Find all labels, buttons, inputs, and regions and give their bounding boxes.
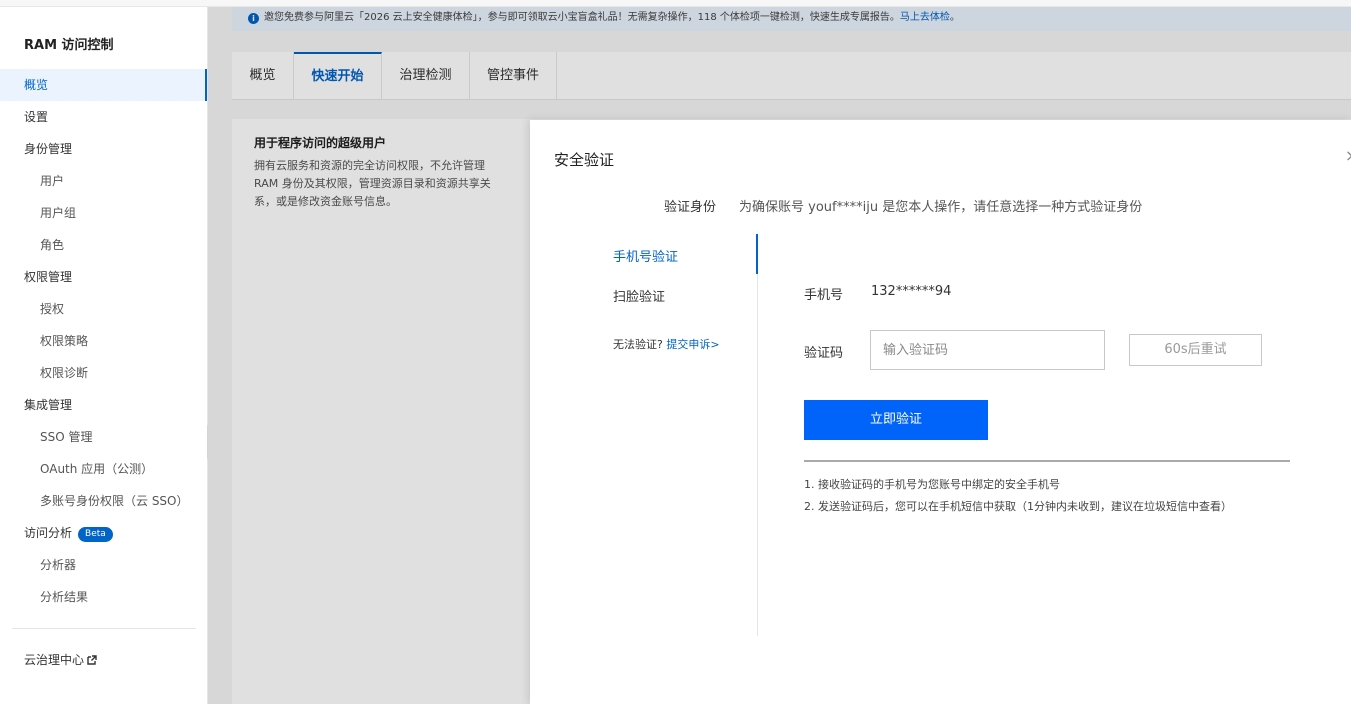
resend-code-button[interactable]: 60s后重试 [1129,334,1262,366]
sidebar-item[interactable]: 角色 [0,229,207,261]
sidebar-item[interactable]: 访问分析 Beta [0,517,207,549]
security-verification-dialog: 安全验证 × 验证身份 为确保账号 youf****iju 是您本人操作，请任意… [530,120,1351,704]
method-divider [757,234,758,636]
active-method-indicator [756,234,758,274]
sidebar-item-label: 多账号身份权限（云 SSO） [40,494,189,508]
sidebar-item-label: 用户组 [40,206,77,220]
sidebar-item-label: 云治理中心 [24,653,85,667]
note-line: 1. 接收验证码的手机号为您账号中绑定的安全手机号 [804,478,1060,491]
appeal-link[interactable]: 提交申诉> [666,338,719,351]
sidebar-title: RAM 访问控制 [24,38,114,53]
sidebar-item-label: 访问分析 [24,526,73,540]
verify-identity-label: 验证身份 [664,200,717,215]
sidebar-item[interactable]: 用户组 [0,197,207,229]
close-icon[interactable]: × [1345,146,1351,165]
sidebar-item-label: OAuth 应用（公测） [40,462,154,476]
sidebar-item-governance-center[interactable]: 云治理中心 [0,644,207,676]
sidebar-item[interactable]: OAuth 应用（公测） [0,453,207,485]
sidebar-item[interactable]: SSO 管理 [0,421,207,453]
cannot-verify-text: 无法验证? [613,338,663,351]
method-tab-phone[interactable]: 手机号验证 [613,246,678,265]
sidebar-item[interactable]: 多账号身份权限（云 SSO） [0,485,207,517]
code-label: 验证码 [804,346,844,361]
notes-divider [804,460,1290,462]
sidebar-item-label: 用户 [40,174,65,188]
sidebar-item-label: 身份管理 [24,142,73,156]
sidebar-item-label: 概览 [24,78,49,92]
sidebar: RAM 访问控制 概览设置身份管理用户用户组角色权限管理授权权限策略权限诊断集成… [0,7,208,704]
sidebar-item-label: 权限管理 [24,270,73,284]
sidebar-divider [12,628,196,629]
sidebar-item[interactable]: 概览 [0,69,207,101]
sidebar-item-label: 分析器 [40,558,77,572]
sidebar-item[interactable]: 权限管理 [0,261,207,293]
sidebar-item[interactable]: 集成管理 [0,389,207,421]
sidebar-item-label: 权限诊断 [40,366,89,380]
sidebar-item[interactable]: 设置 [0,101,207,133]
external-link-icon [87,655,97,665]
cannot-verify: 无法验证? 提交申诉> [613,336,720,352]
sidebar-item-label: 集成管理 [24,398,73,412]
top-strip [0,0,1351,7]
sidebar-item-label: 权限策略 [40,334,89,348]
sidebar-item[interactable]: 分析结果 [0,581,207,613]
sidebar-item[interactable]: 权限策略 [0,325,207,357]
sidebar-item-label: 设置 [24,110,49,124]
beta-badge: Beta [78,527,113,542]
sidebar-item-label: 分析结果 [40,590,89,604]
sidebar-item[interactable]: 权限诊断 [0,357,207,389]
sidebar-item-label: SSO 管理 [40,430,93,444]
verification-code-input[interactable] [870,330,1105,370]
verify-now-button[interactable]: 立即验证 [804,400,988,440]
phone-value: 132******94 [871,284,952,299]
sidebar-item-label: 授权 [40,302,65,316]
note-line: 2. 发送验证码后，您可以在手机短信中获取（1分钟内未收到，建议在垃圾短信中查看… [804,500,1232,513]
sidebar-item[interactable]: 身份管理 [0,133,207,165]
phone-label: 手机号 [804,288,844,303]
sidebar-item[interactable]: 用户 [0,165,207,197]
verify-identity-text: 为确保账号 youf****iju 是您本人操作，请任意选择一种方式验证身份 [739,200,1143,215]
sidebar-item[interactable]: 授权 [0,293,207,325]
sidebar-item[interactable]: 分析器 [0,549,207,581]
sidebar-item-label: 角色 [40,238,65,252]
method-tab-face[interactable]: 扫脸验证 [613,286,665,305]
dialog-title: 安全验证 [554,151,615,169]
